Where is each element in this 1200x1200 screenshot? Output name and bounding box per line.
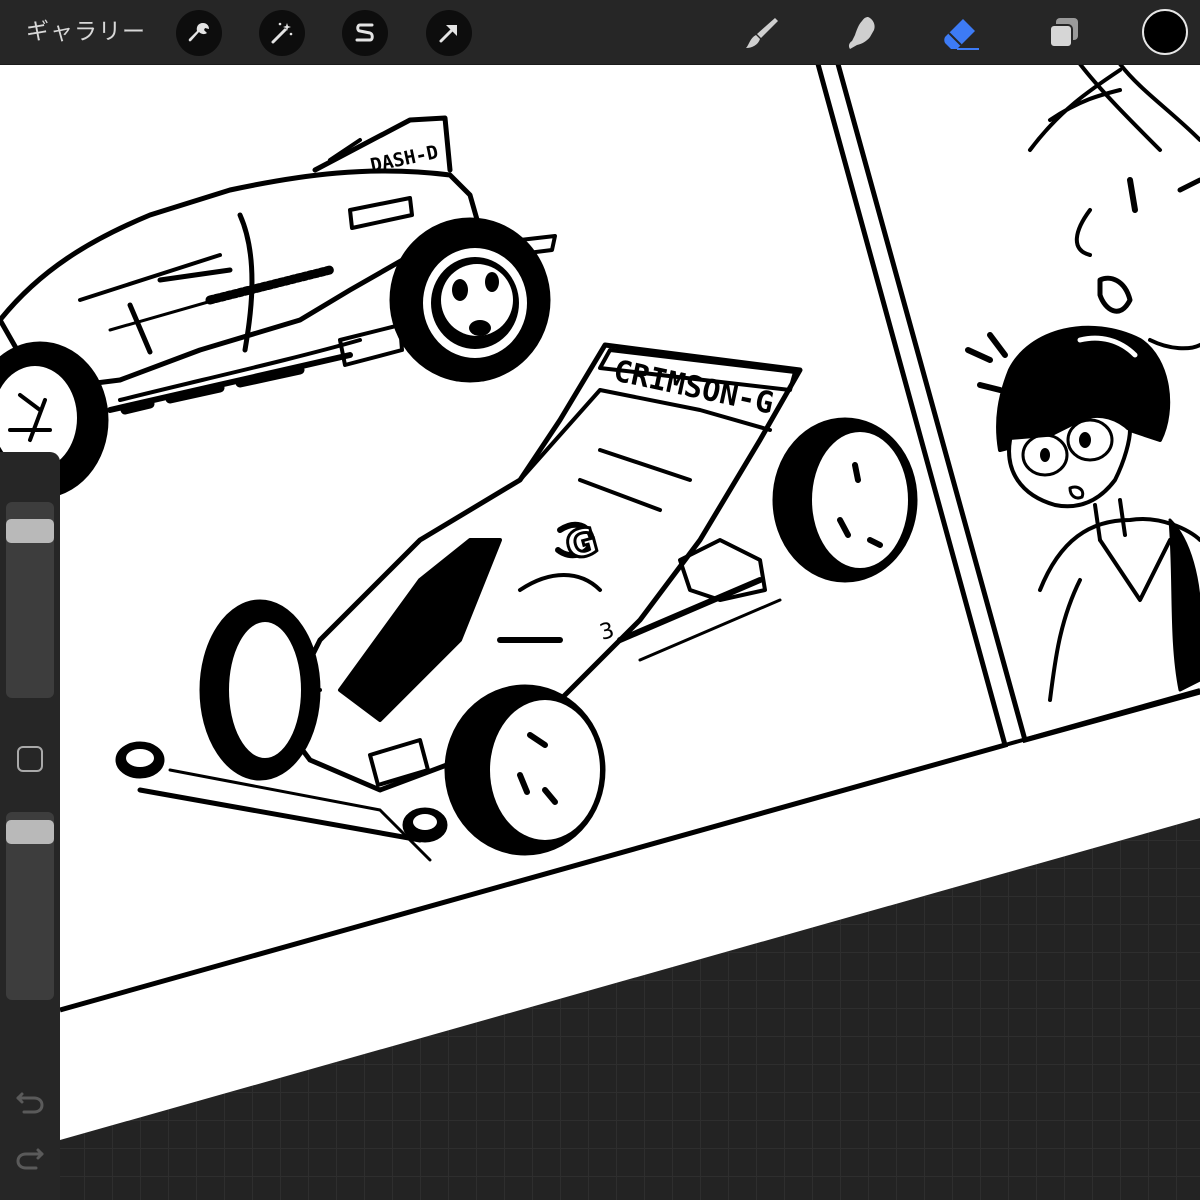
arrow-cursor-icon <box>439 25 457 43</box>
layers-icon <box>1049 18 1078 48</box>
left-sidebar <box>0 452 60 1200</box>
brush-size-slider-thumb[interactable] <box>6 519 54 543</box>
smudge-tool-button[interactable] <box>838 10 886 56</box>
actions-button[interactable] <box>176 10 222 56</box>
brush-tool-button[interactable] <box>738 10 786 56</box>
wrench-icon <box>188 23 209 42</box>
magic-wand-icon <box>271 22 293 44</box>
layers-button[interactable] <box>1040 10 1088 56</box>
selection-s-icon <box>355 23 374 42</box>
brush-icon <box>746 18 778 48</box>
gallery-button[interactable]: ギャラリー <box>26 14 146 50</box>
brush-size-slider[interactable] <box>6 502 54 698</box>
undo-arrow-icon <box>16 1092 44 1114</box>
drawing-canvas[interactable]: DASH-D CRIMSON-G G 3 <box>0 0 1200 1200</box>
adjustments-button[interactable] <box>259 10 305 56</box>
undo-button[interactable] <box>14 1084 46 1116</box>
opacity-slider-thumb[interactable] <box>6 820 54 844</box>
color-picker-button[interactable] <box>1142 9 1188 55</box>
modify-button[interactable] <box>17 746 43 772</box>
eraser-tool-button[interactable] <box>938 10 986 56</box>
top-toolbar: ギャラリー <box>0 0 1200 65</box>
smudge-finger-icon <box>848 17 875 49</box>
transform-button[interactable] <box>426 10 472 56</box>
redo-button[interactable] <box>14 1146 46 1178</box>
eraser-icon <box>944 19 979 50</box>
selection-button[interactable] <box>342 10 388 56</box>
opacity-slider[interactable] <box>6 812 54 1000</box>
redo-arrow-icon <box>16 1148 44 1170</box>
